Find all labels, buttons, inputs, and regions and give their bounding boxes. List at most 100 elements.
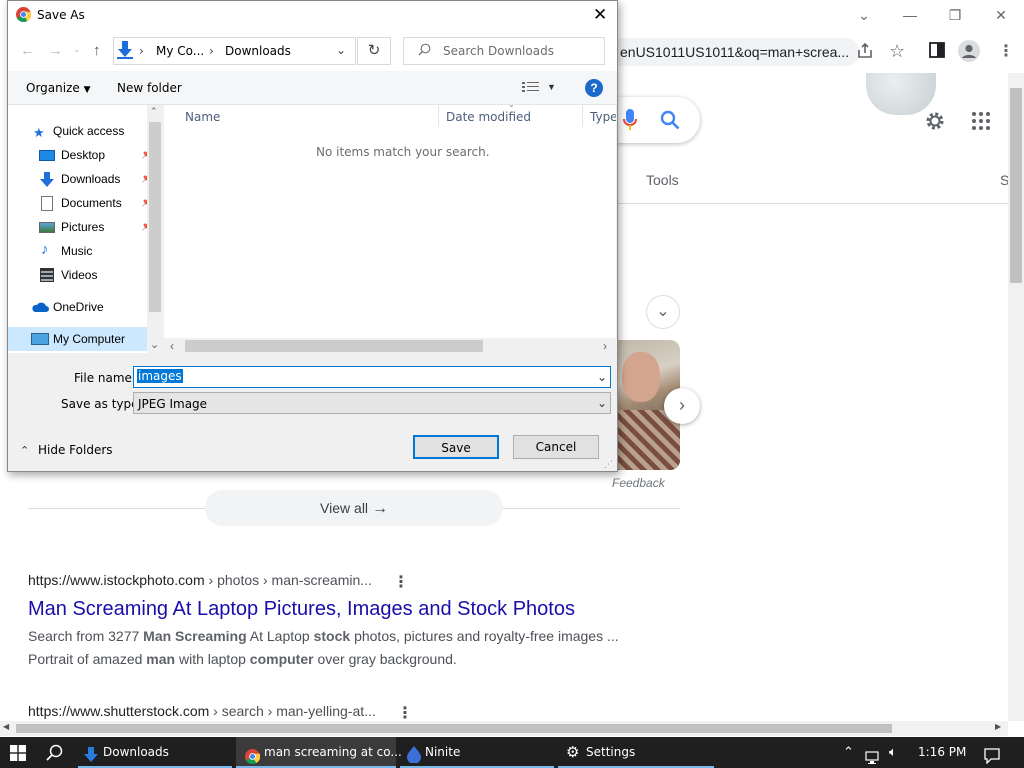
- nav-item-documents[interactable]: Documents: [61, 193, 122, 213]
- restore-button[interactable]: ❐: [940, 4, 970, 26]
- organize-chevron-icon: ▼: [83, 85, 91, 95]
- settings-gear-icon[interactable]: [924, 110, 946, 135]
- nav-item-my-computer[interactable]: My Computer: [53, 329, 125, 349]
- back-arrow-icon[interactable]: ←: [20, 42, 35, 59]
- help-icon[interactable]: ?: [585, 79, 603, 97]
- file-name-input[interactable]: [133, 366, 611, 388]
- dialog-close-icon[interactable]: ✕: [593, 5, 607, 25]
- taskbar-search-icon[interactable]: [46, 744, 63, 762]
- column-header-date-modified[interactable]: Date modified: [446, 110, 531, 124]
- tab-search-icon[interactable]: ⌄: [849, 4, 879, 26]
- nav-item-desktop[interactable]: Desktop: [61, 145, 105, 165]
- show-hidden-icons-chevron-icon[interactable]: ⌃: [843, 737, 854, 768]
- taskbar-item-label: Ninite: [425, 745, 461, 759]
- documents-icon: [41, 196, 53, 211]
- column-header-type[interactable]: Type: [590, 110, 616, 124]
- side-panel-icon[interactable]: [928, 41, 946, 62]
- file-name-dropdown-chevron-icon[interactable]: ⌄: [597, 370, 607, 384]
- address-dropdown-chevron-icon[interactable]: ⌄: [336, 43, 346, 57]
- nav-item-pictures[interactable]: Pictures: [61, 217, 104, 237]
- windows-start-icon[interactable]: [10, 745, 26, 761]
- result-menu-icon[interactable]: ⋮: [393, 572, 409, 592]
- taskbar-item-chrome[interactable]: man screaming at co...: [236, 737, 402, 768]
- resize-grip-icon[interactable]: ⋰: [604, 459, 613, 470]
- nav-item-videos[interactable]: Videos: [61, 265, 97, 285]
- cancel-button[interactable]: Cancel: [513, 435, 599, 459]
- view-all-label: View all: [320, 500, 369, 516]
- result-snippet-line1: Search from 3277 Man Screaming At Laptop…: [28, 628, 619, 644]
- close-window-button[interactable]: ✕: [986, 4, 1016, 26]
- breadcrumb-item[interactable]: My Co...: [156, 44, 204, 58]
- music-note-icon: ♪: [41, 241, 49, 258]
- taskbar-item-downloads[interactable]: Downloads: [78, 737, 232, 768]
- computer-monitor-icon: [31, 333, 49, 345]
- view-options-icon[interactable]: [522, 81, 540, 97]
- result-title-link[interactable]: Man Screaming At Laptop Pictures, Images…: [28, 598, 575, 621]
- recent-locations-chevron-icon[interactable]: ⌄: [73, 44, 81, 55]
- forward-arrow-icon[interactable]: →: [48, 42, 63, 59]
- page-vertical-scroll-thumb[interactable]: [1010, 88, 1022, 283]
- nav-item-downloads[interactable]: Downloads: [61, 169, 120, 189]
- view-all-button[interactable]: View all →: [205, 490, 503, 526]
- address-bar-text: enUS1011US1011&oq=man+screa...: [620, 44, 850, 60]
- search-icon[interactable]: [660, 110, 680, 133]
- result-menu-icon[interactable]: ⋮: [397, 703, 413, 723]
- hide-folders-button[interactable]: Hide Folders: [38, 443, 113, 457]
- nav-item-onedrive[interactable]: OneDrive: [53, 297, 104, 317]
- nav-item-quick-access[interactable]: Quick access: [53, 121, 124, 141]
- nav-scroll-down-icon[interactable]: ⌄: [150, 338, 159, 351]
- notifications-icon[interactable]: [984, 745, 1000, 765]
- network-icon[interactable]: [865, 746, 881, 764]
- page-horizontal-scroll-thumb[interactable]: [16, 724, 892, 733]
- share-icon[interactable]: [856, 42, 874, 63]
- result-snippet-line2: Portrait of amazed man with laptop compu…: [28, 651, 457, 667]
- result-cite[interactable]: https://www.shutterstock.com › search › …: [28, 703, 376, 719]
- organize-button[interactable]: Organize ▼: [26, 81, 91, 95]
- nav-scroll-up-icon[interactable]: ⌃: [150, 106, 158, 117]
- profile-avatar-icon[interactable]: [958, 40, 980, 65]
- save-type-dropdown-chevron-icon[interactable]: ⌄: [597, 396, 607, 410]
- expand-chevron-button[interactable]: ⌄: [646, 295, 680, 329]
- bookmark-star-icon[interactable]: ☆: [889, 41, 905, 62]
- search-placeholder: Search Downloads: [443, 44, 554, 58]
- feedback-link[interactable]: Feedback: [612, 476, 665, 490]
- taskbar-item-label: Downloads: [103, 745, 169, 759]
- up-arrow-icon[interactable]: ↑: [93, 42, 101, 59]
- view-dropdown-chevron-icon[interactable]: ▼: [547, 82, 556, 92]
- clock-time[interactable]: 1:16 PM: [918, 737, 966, 768]
- apps-grid-icon[interactable]: [972, 112, 990, 133]
- minimize-button[interactable]: —: [895, 4, 925, 26]
- tools-tab[interactable]: Tools: [646, 172, 679, 188]
- nav-vertical-scroll-thumb[interactable]: [149, 122, 161, 312]
- file-scroll-left-icon[interactable]: ‹: [170, 339, 174, 353]
- voice-search-icon[interactable]: [622, 108, 638, 135]
- taskbar-item-settings[interactable]: ⚙ Settings: [558, 737, 714, 768]
- file-name-label: File name:: [74, 371, 136, 385]
- dialog-file-list: [164, 105, 616, 353]
- column-separator[interactable]: [438, 105, 439, 127]
- tabs-divider: [600, 203, 1024, 204]
- column-separator[interactable]: [582, 105, 583, 127]
- chrome-menu-icon[interactable]: ⋮: [998, 41, 1014, 61]
- scroll-left-arrow-icon[interactable]: ◀: [3, 722, 9, 731]
- refresh-button[interactable]: ↻: [357, 37, 391, 65]
- new-folder-button[interactable]: New folder: [117, 81, 182, 95]
- column-header-name[interactable]: Name: [185, 110, 220, 124]
- save-button[interactable]: Save: [413, 435, 499, 459]
- volume-icon[interactable]: 🔈︎: [889, 737, 897, 768]
- carousel-next-button[interactable]: ›: [664, 388, 700, 424]
- breadcrumb-item[interactable]: Downloads: [225, 44, 291, 58]
- breadcrumb-separator-icon: ›: [209, 44, 214, 58]
- result-cite[interactable]: https://www.istockphoto.com › photos › m…: [28, 572, 372, 588]
- nav-item-music[interactable]: Music: [61, 241, 92, 261]
- file-horizontal-scroll-thumb[interactable]: [185, 340, 483, 352]
- sort-indicator-icon: ⌄: [508, 100, 515, 109]
- scroll-right-arrow-icon[interactable]: ▶: [995, 722, 1001, 731]
- empty-results-message: No items match your search.: [316, 145, 490, 159]
- ninite-icon: [407, 744, 421, 768]
- file-scroll-right-icon[interactable]: ›: [603, 339, 607, 353]
- taskbar-item-ninite[interactable]: Ninite: [400, 737, 554, 768]
- hide-folders-chevron-icon: ⌃: [20, 445, 30, 457]
- organize-label: Organize: [26, 81, 80, 95]
- dialog-title-bar[interactable]: [8, 1, 617, 31]
